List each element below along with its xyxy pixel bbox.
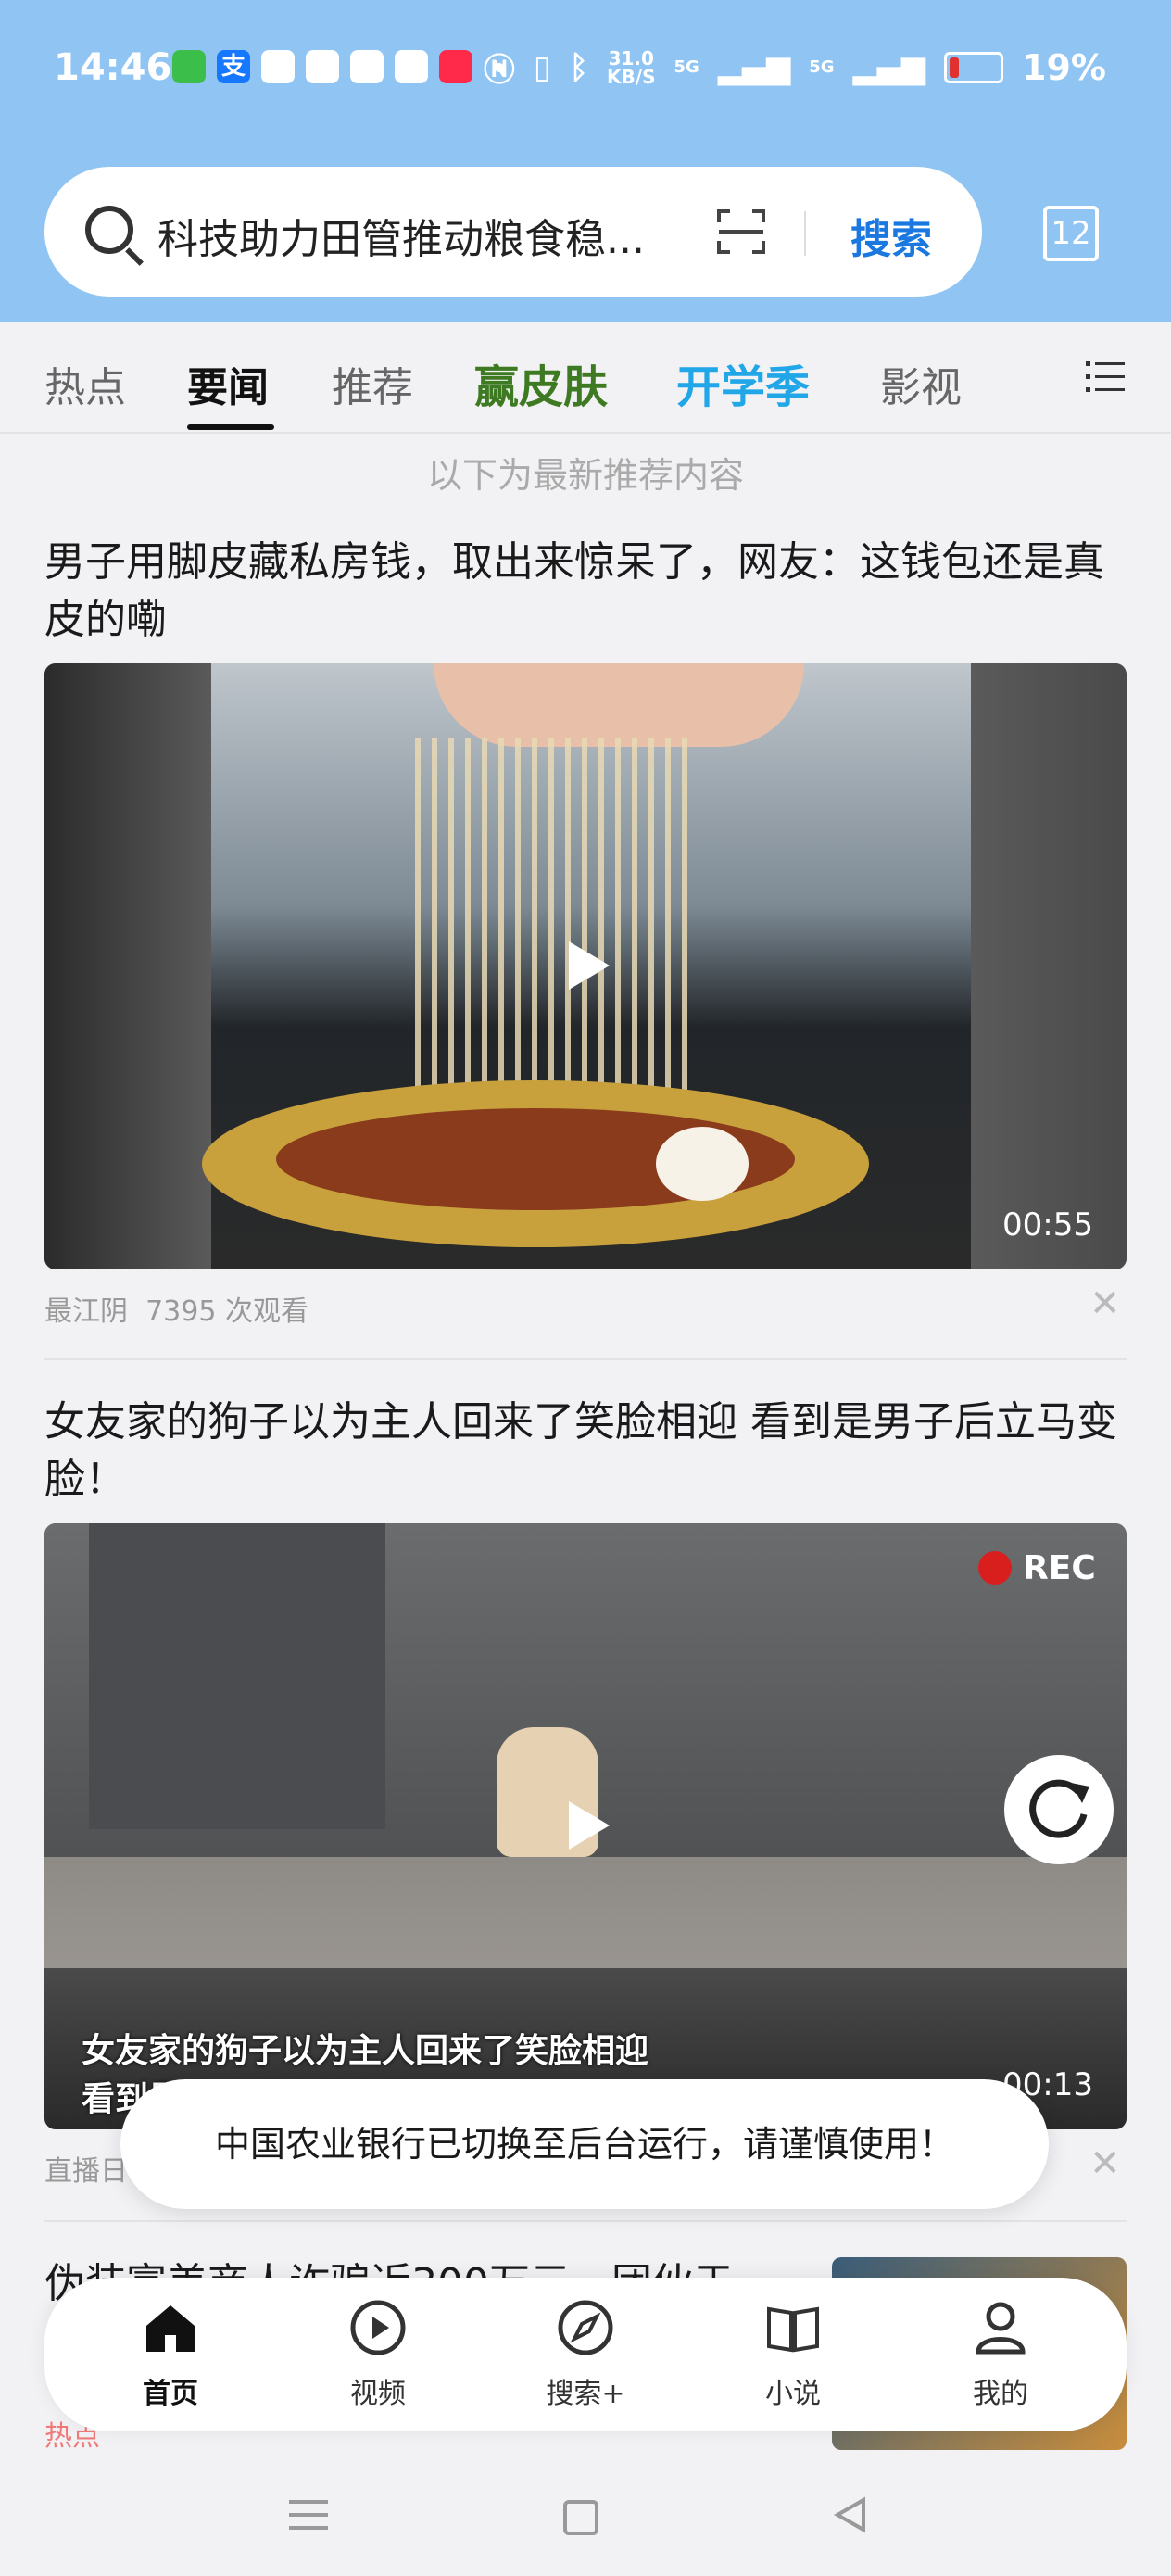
search-button[interactable]: 搜索 (850, 206, 932, 265)
battery-icon (944, 51, 1004, 83)
tab-recommend[interactable]: 推荐 (332, 354, 413, 413)
signal-2-label: 5G (809, 57, 835, 77)
news-source-1: 最江阴 (44, 1295, 128, 1328)
news-meta-1: 最江阴 7395 次观看 (44, 1288, 308, 1329)
nav-me-label: 我的 (973, 2378, 1028, 2410)
nav-search-plus[interactable]: 搜索+ (511, 2298, 660, 2411)
china-mobile-app-icon (350, 50, 384, 83)
battery-fill (950, 57, 959, 78)
rec-label: REC (1023, 1549, 1096, 1587)
egg (656, 1127, 749, 1201)
active-tab-indicator (187, 424, 274, 430)
home-nav-icon[interactable] (563, 2500, 598, 2535)
blur-right (971, 663, 1127, 1269)
nav-home[interactable]: 首页 (96, 2298, 245, 2411)
bird-app-icon (306, 50, 339, 83)
play-icon[interactable] (569, 1801, 610, 1850)
user-icon (976, 2302, 1026, 2355)
signal-1-icon: ▂▄▆ (717, 48, 791, 86)
search-divider (804, 211, 806, 256)
compass-icon (558, 2300, 613, 2355)
rec-dot (978, 1551, 1012, 1585)
tab-film[interactable]: 影视 (880, 354, 962, 413)
video-duration-1: 00:55 (1002, 1206, 1093, 1244)
nav-home-label: 首页 (143, 2378, 198, 2410)
caption-line-1: 女友家的狗子以为主人回来了笑脸相迎 (82, 2032, 649, 2070)
tab-hot[interactable]: 热点 (44, 354, 126, 413)
net-speed-unit: KB/S (607, 65, 656, 88)
news-title-2[interactable]: 女友家的狗子以为主人回来了笑脸相迎 看到是男子后立马变脸！ (44, 1394, 1138, 1509)
recent-apps-icon[interactable] (289, 2498, 328, 2532)
home-icon (146, 2305, 195, 2352)
vibrate-icon: ▯ (533, 48, 551, 86)
nav-video-label: 视频 (350, 2378, 406, 2410)
bluetooth-icon: ᛒ (569, 48, 589, 86)
search-icon (85, 206, 133, 254)
net-speed: 31.0 KB/S (607, 49, 655, 86)
nav-me[interactable]: 我的 (926, 2298, 1075, 2411)
nav-search-plus-label: 搜索+ (546, 2378, 625, 2410)
messages-app-icon (172, 50, 206, 83)
tab-count-button[interactable]: 12 (1043, 206, 1099, 261)
refresh-icon (1029, 1779, 1089, 1838)
face-area (434, 663, 804, 747)
tab-news[interactable]: 要闻 (187, 354, 269, 413)
search-input[interactable]: 科技助力田管推动粮食稳... (157, 206, 676, 265)
background-run-toast: 中国农业银行已切换至后台运行，请谨慎使用！ (120, 2079, 1049, 2209)
alipay-app-icon: 支 (217, 50, 250, 83)
signal-2-icon: ▂▄▆ (852, 48, 926, 86)
back-icon[interactable] (832, 2496, 869, 2533)
book-icon (767, 2306, 819, 2353)
play-circle-icon (350, 2300, 406, 2355)
nav-novel-label: 小说 (765, 2378, 821, 2410)
news-source-2: 直播日 (44, 2155, 128, 2188)
music-app-icon (439, 50, 472, 83)
play-icon[interactable] (569, 941, 610, 990)
nav-novel[interactable]: 小说 (719, 2298, 867, 2411)
channel-menu-icon[interactable] (1086, 360, 1125, 395)
blur-left (44, 663, 211, 1269)
tab-back-to-school[interactable]: 开学季 (676, 350, 810, 415)
news-views-1: 7395 次观看 (145, 1295, 308, 1328)
signal-1-label: 5G (674, 57, 699, 77)
video-thumbnail-1[interactable]: 00:55 (44, 663, 1127, 1269)
status-time: 14:46 (54, 46, 172, 89)
oppo-app-icon (395, 50, 428, 83)
tab-win-skin[interactable]: 赢皮肤 (474, 350, 608, 415)
divider (44, 1358, 1127, 1360)
battery-percent: 19% (1022, 46, 1106, 88)
video-thumbnail-2[interactable]: REC 女友家的狗子以为主人回来了笑脸相迎 看到是男子后立马变脸！ 00:13 (44, 1523, 1127, 2129)
status-right: Ⓝ ▯ ᛒ 31.0 KB/S 5G ▂▄▆ 5G ▂▄▆ 19% (484, 44, 1106, 90)
browser-app-icon (261, 50, 295, 83)
nav-video[interactable]: 视频 (304, 2298, 452, 2411)
dismiss-icon[interactable]: ✕ (1089, 2142, 1121, 2185)
replay-button[interactable] (1004, 1755, 1114, 1864)
nfc-icon: Ⓝ (483, 52, 515, 89)
tabs-fade (1019, 352, 1056, 408)
dismiss-icon[interactable]: ✕ (1089, 1282, 1121, 1325)
news-title-1[interactable]: 男子用脚皮藏私房钱，取出来惊呆了，网友：这钱包还是真皮的嘞 (44, 534, 1138, 649)
refresh-notice: 以下为最新推荐内容 (426, 455, 744, 496)
scan-icon[interactable] (715, 206, 767, 258)
divider (44, 2220, 1127, 2222)
gate (89, 1523, 385, 1829)
